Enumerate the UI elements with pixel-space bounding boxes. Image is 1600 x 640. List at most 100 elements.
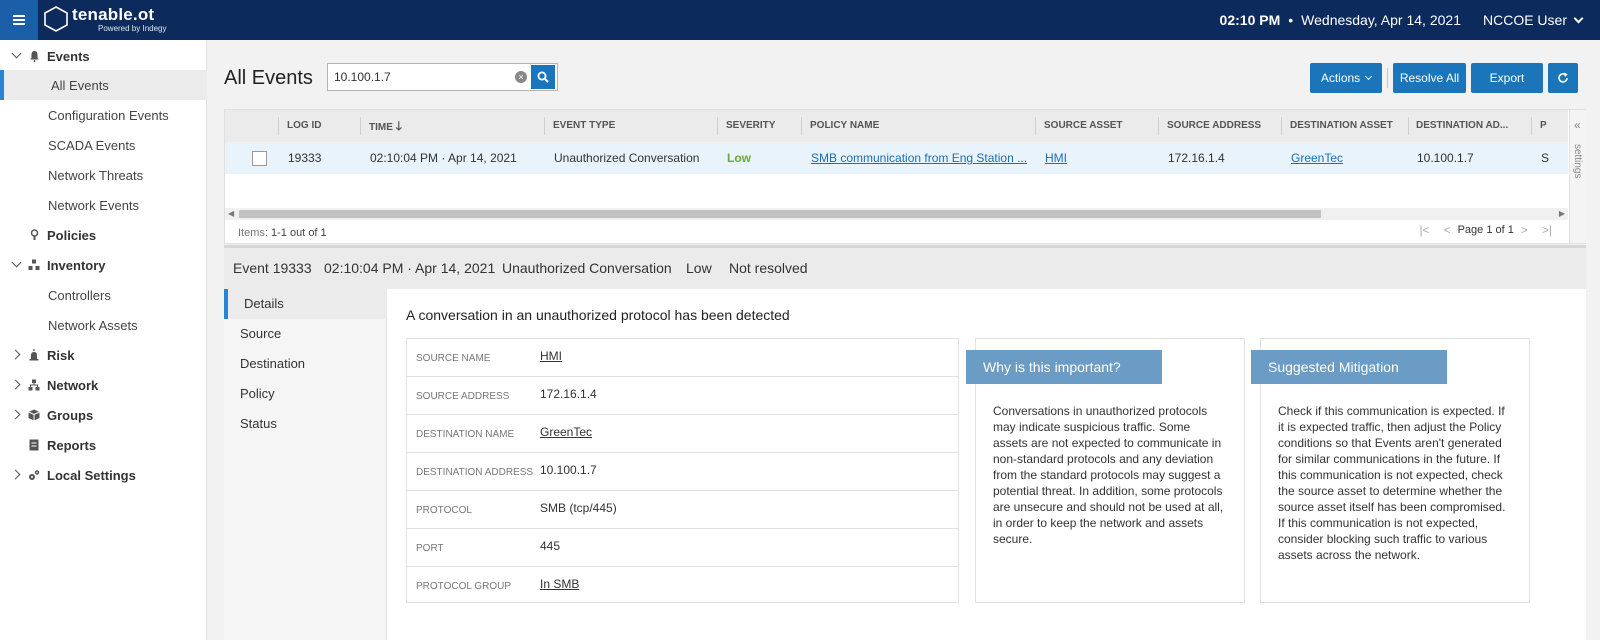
details-key: PROTOCOL	[416, 505, 472, 516]
sidebar-item-local-settings[interactable]: Local Settings	[0, 460, 207, 490]
page-title: All Events	[224, 67, 313, 89]
next-page-icon[interactable]: >	[1521, 223, 1528, 237]
items-count: Items: 1-1 out of 1	[238, 227, 327, 239]
details-row: PORT 445	[407, 529, 958, 567]
clear-icon[interactable]: ×	[515, 71, 527, 83]
tab-status[interactable]: Status	[224, 409, 387, 439]
sidebar-item-reports[interactable]: Reports	[0, 430, 207, 460]
sidebar-item-network[interactable]: Network	[0, 370, 207, 400]
chevron-right-icon	[12, 410, 22, 420]
chevron-right-icon	[12, 350, 22, 360]
column-divider	[1158, 117, 1159, 135]
cube-icon	[28, 409, 40, 421]
resolve-all-button[interactable]: Resolve All	[1393, 63, 1466, 93]
column-divider	[1281, 117, 1282, 135]
cell-destination-asset-link[interactable]: GreenTec	[1291, 142, 1343, 174]
gear-icon	[28, 469, 40, 481]
tab-destination[interactable]: Destination	[224, 349, 387, 379]
user-menu[interactable]: NCCOE User	[1482, 12, 1584, 28]
column-destination-address[interactable]: DESTINATION AD...	[1416, 110, 1536, 142]
settings-label: settings	[1572, 144, 1583, 179]
destination-name-link[interactable]: GreenTec	[540, 425, 592, 439]
column-source-asset[interactable]: SOURCE ASSET	[1044, 110, 1159, 142]
detail-tabs: Details Source Destination Policy Status	[224, 289, 387, 640]
export-button[interactable]: Export	[1471, 63, 1543, 93]
tab-policy[interactable]: Policy	[224, 379, 387, 409]
column-severity[interactable]: SEVERITY	[726, 110, 801, 142]
details-row: DESTINATION NAME GreenTec	[407, 415, 958, 453]
table-row[interactable]: 19333 02:10:04 PM · Apr 14, 2021 Unautho…	[225, 142, 1568, 174]
search-box: ×	[327, 63, 558, 91]
sidebar-item-network-threats[interactable]: Network Threats	[0, 160, 207, 190]
details-row: DESTINATION ADDRESS 10.100.1.7	[407, 453, 958, 491]
chevron-right-icon	[12, 380, 22, 390]
hexagon-logo-icon	[44, 6, 68, 32]
refresh-icon	[1558, 72, 1568, 83]
network-icon	[28, 379, 40, 391]
sidebar-item-scada-events[interactable]: SCADA Events	[0, 130, 207, 160]
table-header: LOG ID TIME 🡓 EVENT TYPE SEVERITY POLICY…	[225, 110, 1568, 142]
column-destination-asset[interactable]: DESTINATION ASSET	[1290, 110, 1410, 142]
column-divider	[717, 117, 718, 135]
tab-details[interactable]: Details	[224, 289, 387, 319]
column-divider	[278, 117, 279, 135]
details-key: PORT	[416, 543, 444, 554]
why-important-title: Why is this important?	[966, 350, 1162, 384]
search-button[interactable]	[531, 65, 555, 89]
protocol-group-link[interactable]: In SMB	[540, 577, 579, 591]
suggested-mitigation-panel: Suggested Mitigation Check if this commu…	[1251, 338, 1530, 603]
cell-policy-name-link[interactable]: SMB communication from Eng Station ...	[811, 142, 1031, 174]
sidebar-item-risk[interactable]: Risk	[0, 340, 207, 370]
last-page-icon[interactable]: >|	[1542, 223, 1552, 237]
refresh-button[interactable]	[1548, 63, 1578, 93]
menu-button[interactable]	[0, 0, 38, 40]
risk-icon	[28, 349, 40, 361]
column-event-type[interactable]: EVENT TYPE	[553, 110, 718, 142]
sidebar-item-events[interactable]: Events	[0, 41, 207, 71]
clock-time: 02:10 PM	[1219, 12, 1281, 28]
sidebar-item-policies[interactable]: Policies	[0, 220, 207, 250]
search-input[interactable]	[328, 64, 510, 90]
sidebar-item-network-assets[interactable]: Network Assets	[0, 310, 207, 340]
scroll-right-icon[interactable]: ▶	[1559, 208, 1565, 220]
chevron-right-icon	[12, 470, 22, 480]
scroll-left-icon[interactable]: ◀	[228, 208, 234, 220]
sidebar-item-all-events[interactable]: All Events	[0, 70, 207, 100]
sidebar-item-network-events[interactable]: Network Events	[0, 190, 207, 220]
sidebar-item-controllers[interactable]: Controllers	[0, 280, 207, 310]
cell-source-asset-link[interactable]: HMI	[1045, 142, 1067, 174]
column-divider	[1035, 117, 1036, 135]
sidebar-item-inventory[interactable]: Inventory	[0, 250, 207, 280]
user-name: NCCOE User	[1482, 12, 1567, 28]
pagination: |< < Page 1 of 1 > >|	[1412, 223, 1559, 237]
event-status: Not resolved	[729, 260, 808, 276]
actions-button[interactable]: Actions	[1310, 63, 1382, 93]
cell-time: 02:10:04 PM · Apr 14, 2021	[370, 151, 517, 165]
time-separator: •	[1288, 12, 1294, 28]
column-source-address[interactable]: SOURCE ADDRESS	[1167, 110, 1282, 142]
sidebar-item-groups[interactable]: Groups	[0, 400, 207, 430]
horizontal-scrollbar[interactable]: ◀ ▶	[225, 208, 1568, 220]
column-policy-name[interactable]: POLICY NAME	[810, 110, 1030, 142]
event-type: Unauthorized Conversation	[502, 260, 672, 276]
details-value: 10.100.1.7	[540, 463, 597, 477]
details-key: SOURCE NAME	[416, 353, 491, 364]
column-log-id[interactable]: LOG ID	[287, 110, 362, 142]
cell-event-type: Unauthorized Conversation	[554, 151, 700, 165]
scrollbar-thumb[interactable]	[239, 210, 1321, 218]
table-settings-toggle[interactable]: « settings	[1569, 110, 1587, 243]
tab-source[interactable]: Source	[224, 319, 387, 349]
details-key: DESTINATION ADDRESS	[416, 467, 534, 478]
row-checkbox[interactable]	[252, 151, 267, 166]
column-p[interactable]: P	[1540, 110, 1560, 142]
logo-text: tenable.ot	[72, 5, 155, 24]
logo[interactable]: tenable.ot Powered by Indegy	[44, 6, 167, 33]
chevron-down-icon	[12, 260, 22, 270]
source-name-link[interactable]: HMI	[540, 349, 562, 363]
toolbar-divider	[1387, 68, 1388, 88]
column-time[interactable]: TIME 🡓	[369, 110, 539, 142]
first-page-icon[interactable]: |<	[1419, 223, 1429, 237]
prev-page-icon[interactable]: <	[1444, 223, 1451, 237]
sidebar-item-configuration-events[interactable]: Configuration Events	[0, 100, 207, 130]
clock-date: Wednesday, Apr 14, 2021	[1301, 12, 1461, 28]
